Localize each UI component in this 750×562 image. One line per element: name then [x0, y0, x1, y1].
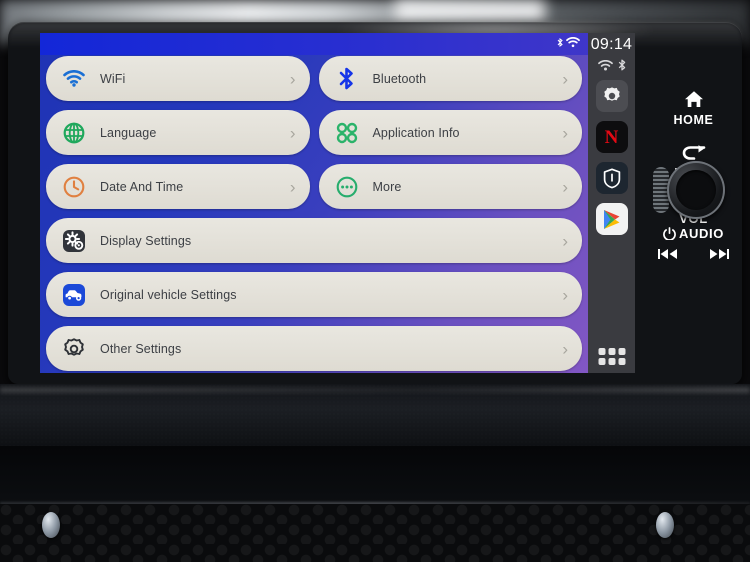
setting-item-bluetooth[interactable]: Bluetooth ›	[318, 56, 582, 101]
setting-item-label: Bluetooth	[372, 71, 427, 86]
settings-app: WiFi › Bluetooth › Language › Applicatio…	[40, 33, 588, 373]
dashboard-trim-texture	[0, 384, 750, 446]
taskbar-clock: 09:14	[590, 36, 633, 53]
wifi-icon	[566, 37, 580, 48]
setting-item-label: Date And Time	[100, 179, 184, 194]
setting-item-label: Display Settings	[100, 233, 192, 248]
setting-item-label: Language	[100, 125, 157, 140]
setting-item-label: Application Info	[372, 125, 460, 140]
chevron-right-icon: ›	[562, 69, 568, 88]
settings-grid: WiFi › Bluetooth › Language › Applicatio…	[46, 56, 582, 373]
settings-row: Original vehicle Settings ›	[46, 272, 582, 317]
previous-track-icon[interactable]	[657, 247, 681, 261]
dashboard-gap	[0, 446, 750, 504]
bluetooth-icon	[557, 38, 563, 47]
settings-row: Other Settings ›	[46, 326, 582, 371]
chevron-right-icon: ›	[289, 123, 296, 142]
more-dots-icon	[334, 174, 360, 200]
chevron-right-icon: ›	[562, 177, 568, 196]
bluetooth-icon	[334, 66, 360, 92]
setting-item-application-info[interactable]: Application Info ›	[318, 110, 582, 155]
home-icon	[684, 91, 703, 107]
taskbar-app-settings[interactable]	[595, 80, 628, 112]
taskbar-status-icons	[588, 59, 635, 71]
dashboard	[0, 384, 750, 562]
power-icon	[663, 227, 676, 240]
grille-screw-right	[656, 512, 674, 538]
setting-item-label: Other Settings	[100, 341, 182, 356]
chevron-right-icon: ›	[289, 177, 296, 196]
setting-item-original-vehicle-settings[interactable]: Original vehicle Settings ›	[46, 272, 582, 317]
setting-item-other-settings[interactable]: Other Settings ›	[46, 326, 582, 371]
settings-row: Date And Time › More ›	[46, 164, 582, 209]
apps-grid-icon	[334, 120, 360, 146]
taskbar-apps: N	[588, 80, 635, 235]
chevron-right-icon: ›	[562, 231, 568, 250]
wifi-icon	[597, 59, 613, 70]
taskbar-app-google-play[interactable]	[595, 203, 628, 235]
speaker-grille	[0, 504, 750, 562]
home-button-label: HOME	[673, 113, 714, 127]
taskbar-app-netflix[interactable]: N	[595, 121, 628, 153]
wifi-icon	[61, 66, 87, 92]
shield-icon	[603, 167, 620, 188]
infotainment-screen: WiFi › Bluetooth › Language › Applicatio…	[40, 33, 635, 373]
volume-label-bottom: AUDIO	[679, 226, 724, 241]
setting-item-label: WiFi	[100, 71, 126, 86]
setting-item-wifi[interactable]: WiFi ›	[46, 56, 310, 101]
setting-item-date-and-time[interactable]: Date And Time ›	[46, 164, 310, 209]
system-taskbar: 09:14 N	[588, 33, 635, 373]
display-gear-icon	[61, 228, 87, 254]
setting-item-more[interactable]: More ›	[318, 164, 582, 209]
app-drawer-icon[interactable]	[598, 348, 625, 365]
setting-item-display-settings[interactable]: Display Settings ›	[46, 218, 582, 263]
google-play-icon	[604, 209, 620, 229]
track-buttons	[645, 247, 742, 261]
grille-screw-left	[42, 512, 60, 538]
gear-outline-icon	[61, 336, 87, 362]
chevron-right-icon: ›	[289, 69, 296, 88]
settings-row: Language › Application Info ›	[46, 110, 582, 155]
clock-icon	[61, 174, 87, 200]
home-button[interactable]: HOME	[645, 90, 742, 127]
settings-row: WiFi › Bluetooth ›	[46, 56, 582, 101]
gear-icon	[603, 87, 620, 101]
status-bar-icons	[557, 37, 580, 48]
setting-item-language[interactable]: Language ›	[46, 110, 310, 155]
dashboard-trim-highlight	[0, 387, 750, 393]
vehicle-icon	[61, 282, 87, 308]
netflix-icon: N	[604, 126, 619, 148]
setting-item-label: Original vehicle Settings	[100, 287, 237, 302]
status-bar	[40, 33, 588, 55]
taskbar-app-shield[interactable]	[595, 162, 628, 194]
volume-knob[interactable]	[667, 161, 725, 219]
hardware-control-panel: HOME BACK VOL AUDIO	[645, 33, 742, 373]
setting-item-label: More	[372, 179, 402, 194]
chevron-right-icon: ›	[562, 339, 568, 358]
bluetooth-icon	[618, 59, 625, 71]
chevron-right-icon: ›	[562, 285, 568, 304]
globe-icon	[61, 120, 87, 146]
back-arrow-icon	[682, 145, 705, 160]
chevron-right-icon: ›	[562, 123, 568, 142]
next-track-icon[interactable]	[706, 247, 730, 261]
window-glare	[395, 0, 545, 22]
head-unit-photo: WiFi › Bluetooth › Language › Applicatio…	[0, 0, 750, 562]
settings-row: Display Settings ›	[46, 218, 582, 263]
